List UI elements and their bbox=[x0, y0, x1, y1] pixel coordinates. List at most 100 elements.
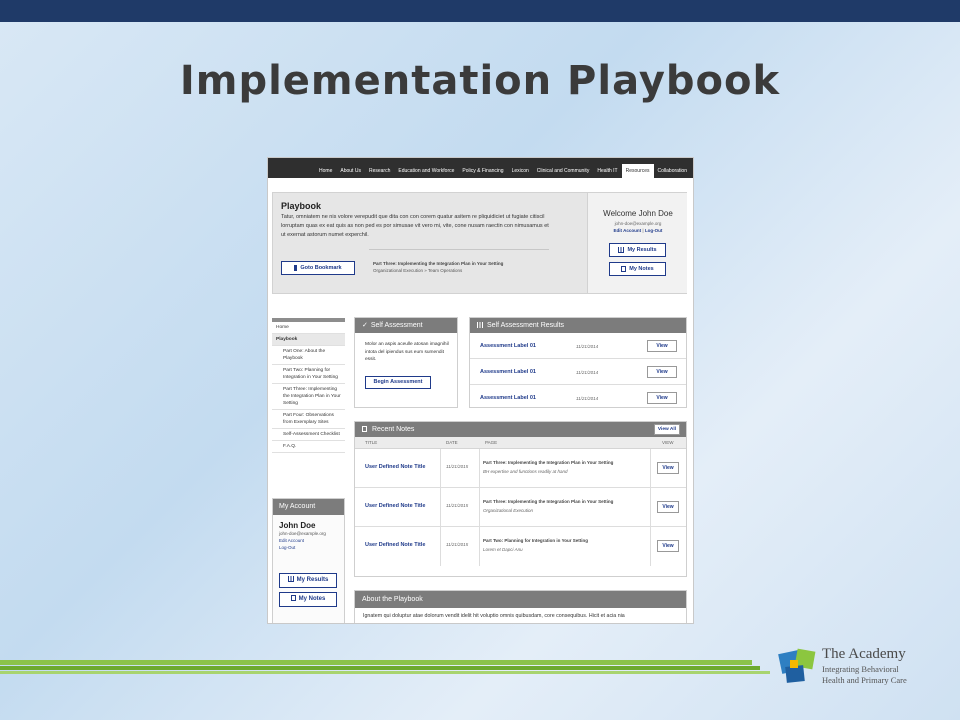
footer-stripe bbox=[0, 666, 760, 670]
bar-chart-icon bbox=[477, 322, 483, 329]
slide-title: Implementation Playbook bbox=[179, 58, 781, 104]
nav-item-about-us[interactable]: About Us bbox=[336, 164, 365, 178]
self-assessment-text: Molor an aspis aceulle atosan imagnihil … bbox=[365, 342, 449, 362]
sidebar-item-playbook[interactable]: Playbook bbox=[272, 334, 345, 346]
nav-item-collaboration[interactable]: Collaboration bbox=[654, 164, 691, 178]
sidebar-item-home[interactable]: Home bbox=[272, 322, 345, 334]
result-label[interactable]: Assessment Label 01 bbox=[480, 343, 536, 349]
account-my-results-button[interactable]: My Results bbox=[279, 573, 337, 588]
result-view-button[interactable]: View bbox=[647, 366, 677, 378]
nav-item-lexicon[interactable]: Lexicon bbox=[508, 164, 533, 178]
sidebar-item-part-two[interactable]: Part Two: Planning for Integration in Yo… bbox=[272, 365, 345, 384]
nav-item-home[interactable]: Home bbox=[315, 164, 336, 178]
note-row: User Defined Note Title 11/21/2015 Part … bbox=[355, 527, 686, 566]
self-assessment-heading: Self Assessment bbox=[370, 322, 423, 329]
account-email: john-doe@example.org bbox=[279, 531, 326, 536]
my-notes-label: My Notes bbox=[629, 266, 654, 272]
note-view-button[interactable]: View bbox=[657, 540, 679, 552]
column-divider bbox=[650, 488, 651, 526]
bar-chart-icon bbox=[618, 246, 625, 253]
edit-account-link[interactable]: Edit Account bbox=[614, 228, 642, 233]
logo-tagline: Integrating Behavioral Health and Primar… bbox=[822, 664, 907, 686]
playbook-hero: Playbook Tatur, omniatem ne nis volore v… bbox=[272, 192, 687, 294]
column-divider bbox=[479, 527, 480, 566]
result-date: 11/21/2014 bbox=[576, 396, 599, 401]
account-edit-link[interactable]: Edit Account bbox=[273, 537, 344, 544]
sidebar-nav: Home Playbook Part One: About the Playbo… bbox=[272, 318, 345, 453]
account-my-notes-button[interactable]: My Notes bbox=[279, 592, 337, 607]
notes-column-headers: TITLE DATE PAGE VIEW bbox=[355, 437, 686, 449]
column-divider bbox=[479, 488, 480, 526]
footer-stripe bbox=[0, 660, 752, 665]
nav-item-health-it[interactable]: Health IT bbox=[593, 164, 621, 178]
result-view-button[interactable]: View bbox=[647, 340, 677, 352]
nav-item-policy[interactable]: Policy & Financing bbox=[458, 164, 507, 178]
account-my-notes-label: My Notes bbox=[298, 596, 326, 602]
note-page: Part Three: Implementing the Integration… bbox=[483, 460, 614, 465]
sidebar-item-part-three[interactable]: Part Three: Implementing the Integration… bbox=[272, 384, 345, 410]
about-playbook-panel: About the Playbook Ignatem qui doluptur … bbox=[354, 590, 687, 623]
column-divider bbox=[440, 527, 441, 566]
result-label[interactable]: Assessment Label 01 bbox=[480, 369, 536, 375]
about-text: Ignatem qui doluptur atae dolorum vendit… bbox=[363, 613, 625, 619]
main-nav: Home About Us Research Education and Wor… bbox=[268, 158, 693, 178]
playbook-screenshot: Home About Us Research Education and Wor… bbox=[267, 157, 694, 624]
recent-notes-panel: Recent Notes View All TITLE DATE PAGE VI… bbox=[354, 421, 687, 577]
note-date: 11/21/2015 bbox=[446, 542, 469, 547]
sidebar-item-faq[interactable]: F.A.Q. bbox=[272, 441, 345, 453]
column-divider bbox=[650, 527, 651, 566]
link-separator: | bbox=[642, 228, 644, 233]
recent-notes-header: Recent Notes View All bbox=[355, 422, 686, 437]
note-title[interactable]: User Defined Note Title bbox=[365, 503, 425, 509]
welcome-box: Welcome John Doe john-doe@example.org Ed… bbox=[587, 193, 687, 293]
self-assessment-panel: ✓ Self Assessment Molor an aspis aceulle … bbox=[354, 317, 458, 408]
notes-icon bbox=[290, 595, 296, 602]
col-title: TITLE bbox=[365, 440, 378, 445]
nav-item-research[interactable]: Research bbox=[365, 164, 394, 178]
col-date: DATE bbox=[446, 440, 458, 445]
goto-bookmark-button[interactable]: Goto Bookmark bbox=[281, 261, 355, 275]
note-view-button[interactable]: View bbox=[657, 501, 679, 513]
note-section: Organizational Execution bbox=[483, 508, 534, 513]
bookmark-icon bbox=[294, 264, 298, 271]
note-title[interactable]: User Defined Note Title bbox=[365, 542, 425, 548]
academy-logo-icon bbox=[778, 648, 816, 683]
column-divider bbox=[479, 449, 480, 487]
note-section: Lorem et Dapci Anu bbox=[483, 547, 523, 552]
footer-stripe bbox=[0, 671, 770, 674]
footer-stripes bbox=[0, 660, 770, 676]
view-all-button[interactable]: View All bbox=[654, 424, 680, 435]
note-view-button[interactable]: View bbox=[657, 462, 679, 474]
sidebar-item-part-four[interactable]: Part Four: Observations from Exemplary S… bbox=[272, 410, 345, 429]
my-results-button[interactable]: My Results bbox=[609, 243, 666, 257]
nav-item-education[interactable]: Education and Workforce bbox=[394, 164, 458, 178]
logo-name: The Academy bbox=[822, 646, 906, 662]
result-view-button[interactable]: View bbox=[647, 392, 677, 404]
my-notes-button[interactable]: My Notes bbox=[609, 262, 666, 276]
note-date: 11/21/2015 bbox=[446, 503, 469, 508]
column-divider bbox=[440, 488, 441, 526]
result-row: Assessment Label 01 11/21/2014 View bbox=[470, 333, 686, 359]
welcome-email: john-doe@example.org bbox=[614, 221, 662, 226]
self-assessment-results-panel: Self Assessment Results Assessment Label… bbox=[469, 317, 687, 408]
begin-assessment-button[interactable]: Begin Assessment bbox=[365, 376, 431, 389]
checkmark-icon: ✓ bbox=[362, 322, 368, 329]
note-title[interactable]: User Defined Note Title bbox=[365, 464, 425, 470]
account-logout-link[interactable]: Log-Out bbox=[273, 544, 344, 551]
notes-icon bbox=[621, 265, 627, 272]
my-results-label: My Results bbox=[627, 247, 657, 253]
result-label[interactable]: Assessment Label 01 bbox=[480, 395, 536, 401]
sidebar-item-part-one[interactable]: Part One: About the Playbook bbox=[272, 346, 345, 365]
logo-tagline-line2: Health and Primary Care bbox=[822, 675, 907, 685]
divider bbox=[369, 249, 549, 250]
column-divider bbox=[440, 449, 441, 487]
sidebar-item-checklist[interactable]: Self-Assessment Checklist bbox=[272, 429, 345, 441]
log-out-link[interactable]: Log-Out bbox=[645, 228, 663, 233]
top-bar bbox=[0, 0, 960, 22]
hero-title: Playbook bbox=[281, 201, 322, 211]
nav-item-clinical[interactable]: Clinical and Community bbox=[533, 164, 594, 178]
note-page: Part Three: Implementing the Integration… bbox=[483, 499, 614, 504]
nav-item-resources[interactable]: Resources bbox=[621, 164, 654, 178]
result-date: 11/21/2014 bbox=[576, 370, 599, 375]
bookmark-part[interactable]: Part Three: Implementing the Integration… bbox=[373, 261, 503, 266]
